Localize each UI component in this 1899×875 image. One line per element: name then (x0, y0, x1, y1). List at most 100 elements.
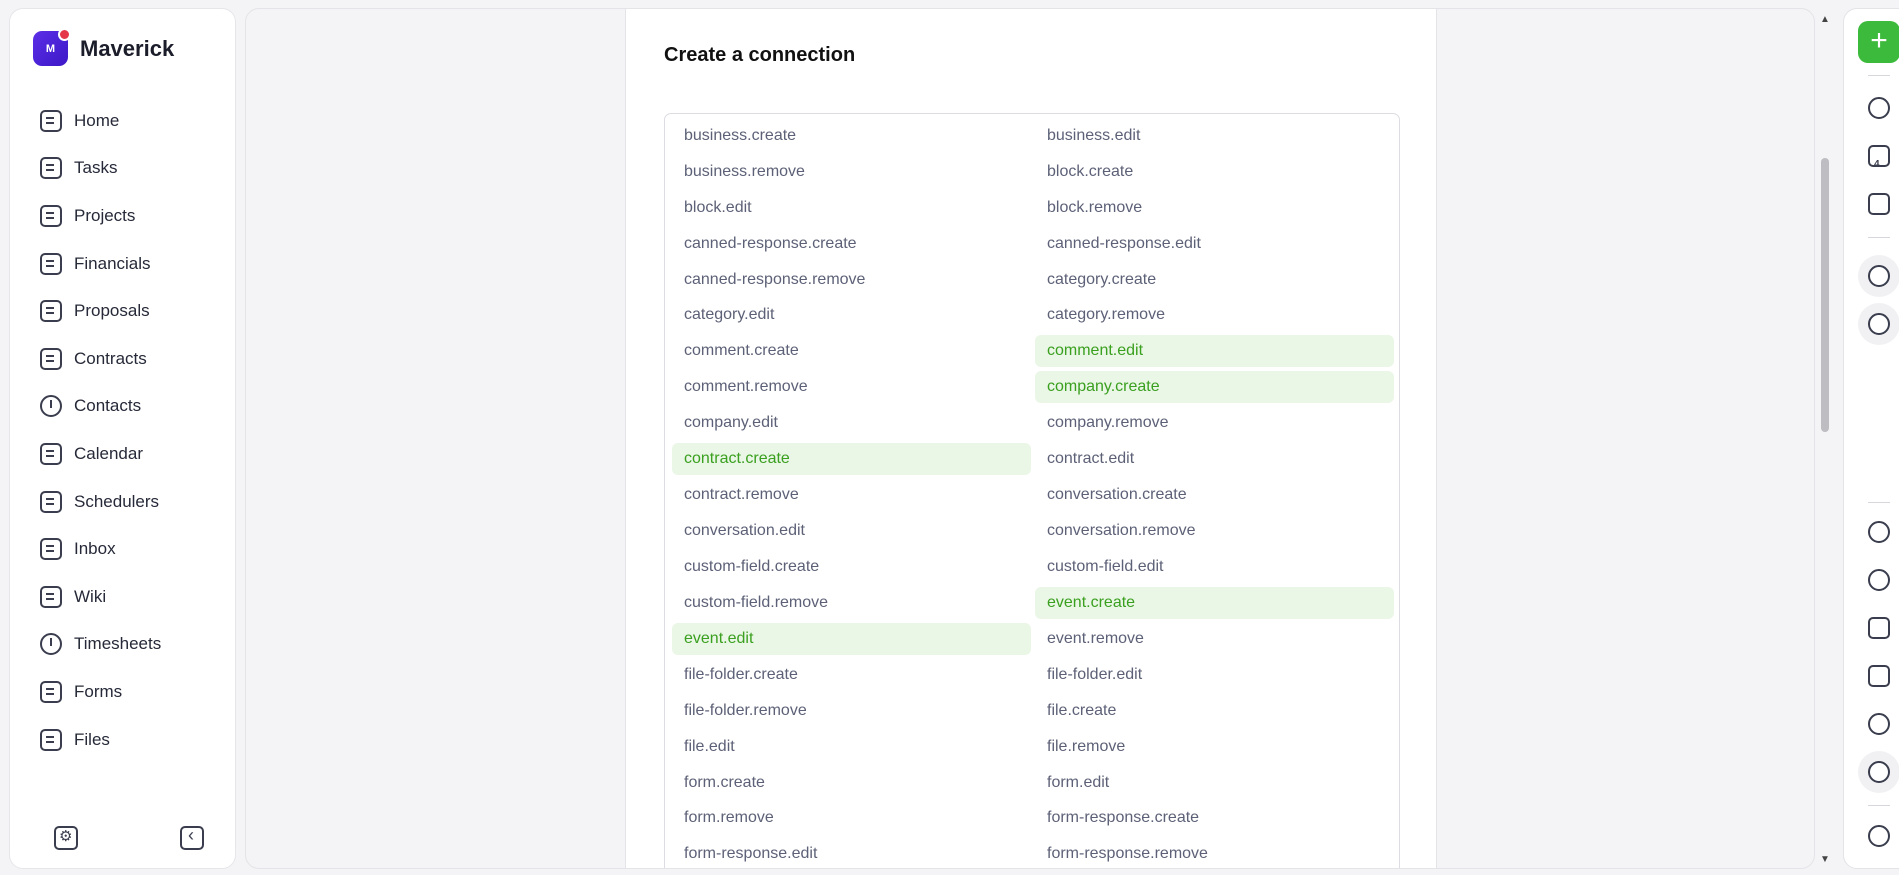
event-option[interactable]: custom-field.remove (672, 585, 1031, 621)
sidebar-item-wiki[interactable]: Wiki (30, 573, 220, 621)
brand-logo-letter: M (45, 42, 56, 55)
event-option[interactable]: comment.edit (1035, 335, 1394, 368)
event-option[interactable]: business.edit (1035, 118, 1394, 154)
sidebar-item-label: Calendar (74, 443, 143, 463)
sidebar-nav: Home Tasks Projects Financials Proposals Cont… (30, 97, 220, 763)
sidebar-item-financials[interactable]: Financials (30, 240, 220, 288)
event-option[interactable]: file-folder.edit (1035, 657, 1394, 693)
event-option[interactable]: company.remove (1035, 405, 1394, 441)
profile-icon[interactable] (1868, 825, 1890, 847)
event-option[interactable]: form.edit (1035, 765, 1394, 801)
sidebar-item-label: Contacts (74, 396, 142, 416)
calendar-icon (40, 442, 62, 465)
divider (1868, 805, 1890, 806)
event-option[interactable]: category.edit (672, 297, 1031, 333)
event-option[interactable]: event.edit (672, 622, 1031, 655)
moon-icon[interactable] (1868, 521, 1890, 543)
help-icon[interactable] (1868, 569, 1890, 591)
sidebar-item-files[interactable]: Files (30, 716, 220, 764)
event-option[interactable]: canned-response.remove (672, 262, 1031, 298)
archive-icon[interactable] (1868, 665, 1890, 687)
event-option[interactable]: form-response.create (1035, 800, 1394, 836)
brand-logo: M (33, 28, 71, 66)
event-option[interactable]: contract.edit (1035, 441, 1394, 477)
event-option[interactable]: company.edit (672, 405, 1031, 441)
brand[interactable]: M Maverick (33, 28, 175, 66)
sidebar-item-projects[interactable]: Projects (30, 192, 220, 240)
event-option[interactable]: business.create (672, 118, 1031, 154)
sidebar-item-label: Projects (74, 205, 136, 225)
event-option[interactable]: block.create (1035, 154, 1394, 190)
notes-icon[interactable] (1868, 193, 1890, 215)
event-option[interactable]: event.create (1035, 586, 1394, 619)
event-option[interactable]: company.create (1035, 371, 1394, 404)
sidebar-item-label: Timesheets (74, 634, 162, 654)
sidebar-item-inbox[interactable]: Inbox (30, 525, 220, 573)
sidebar-item-label: Tasks (74, 158, 118, 178)
right-rail: + 4 (1843, 8, 1899, 869)
event-option[interactable]: form.create (672, 765, 1031, 801)
add-button[interactable]: + (1858, 21, 1899, 63)
folder-icon (40, 728, 62, 751)
connection-panel: Create a connection business.create busin… (625, 9, 1437, 868)
scrollbar[interactable]: ▲ ▼ (1818, 10, 1832, 865)
event-option[interactable]: canned-response.edit (1035, 226, 1394, 262)
event-option[interactable]: category.remove (1035, 297, 1394, 333)
sidebar-item-contacts[interactable]: Contacts (30, 383, 220, 431)
sidebar-item-label: Home (74, 110, 120, 130)
add-user-icon[interactable] (1868, 265, 1890, 287)
sidebar-item-proposals[interactable]: Proposals (30, 287, 220, 335)
scroll-thumb[interactable] (1821, 158, 1829, 432)
event-option[interactable]: file-folder.create (672, 657, 1031, 693)
divider (1868, 75, 1890, 76)
event-option[interactable]: form-response.edit (672, 836, 1031, 868)
sidebar-item-timesheets[interactable]: Timesheets (30, 621, 220, 669)
event-option[interactable]: form.remove (672, 800, 1031, 836)
sidebar-item-calendar[interactable]: Calendar (30, 430, 220, 478)
event-option[interactable]: custom-field.edit (1035, 549, 1394, 585)
sidebar-item-contracts[interactable]: Contracts (30, 335, 220, 383)
sidebar-item-label: Schedulers (74, 491, 160, 511)
divider (1868, 502, 1890, 503)
settings-icon[interactable] (1868, 761, 1890, 783)
event-option[interactable]: business.remove (672, 154, 1031, 190)
divider (1868, 237, 1890, 238)
briefcase-icon (40, 204, 62, 227)
event-option[interactable]: file.create (1035, 693, 1394, 729)
event-option[interactable]: comment.remove (672, 369, 1031, 405)
event-option[interactable]: block.edit (672, 190, 1031, 226)
sidebar-item-label: Wiki (74, 586, 107, 606)
footprints-icon[interactable] (1868, 713, 1890, 735)
sidebar-item-tasks[interactable]: Tasks (30, 145, 220, 193)
event-option[interactable]: canned-response.create (672, 226, 1031, 262)
workspace-settings-icon[interactable] (54, 826, 78, 850)
event-option[interactable]: form-response.remove (1035, 836, 1394, 868)
event-option[interactable]: custom-field.create (672, 549, 1031, 585)
brand-name: Maverick (80, 35, 175, 61)
event-option[interactable]: block.remove (1035, 190, 1394, 226)
cloud-icon[interactable] (1868, 617, 1890, 639)
clock-icon (40, 633, 62, 656)
sidebar-item-forms[interactable]: Forms (30, 668, 220, 716)
sidebar-item-schedulers[interactable]: Schedulers (30, 478, 220, 526)
event-option[interactable]: file.edit (672, 729, 1031, 765)
calendar-day: 4 (1874, 159, 1880, 170)
scroll-up-arrow-icon[interactable]: ▲ (1820, 14, 1830, 25)
event-option[interactable]: file.remove (1035, 729, 1394, 765)
sidebar-item-label: Contracts (74, 348, 147, 368)
bell-icon[interactable] (1868, 97, 1890, 119)
event-option[interactable]: conversation.edit (672, 513, 1031, 549)
event-list[interactable]: business.create business.edit business.rem… (664, 113, 1400, 868)
event-option[interactable]: category.create (1035, 262, 1394, 298)
sidebar-item-home[interactable]: Home (30, 97, 220, 145)
event-option[interactable]: contract.create (672, 443, 1031, 476)
event-option[interactable]: file-folder.remove (672, 693, 1031, 729)
event-option[interactable]: comment.create (672, 333, 1031, 369)
event-option[interactable]: conversation.remove (1035, 513, 1394, 549)
event-option[interactable]: conversation.create (1035, 477, 1394, 513)
scroll-down-arrow-icon[interactable]: ▼ (1820, 854, 1830, 865)
event-option[interactable]: event.remove (1035, 621, 1394, 657)
collapse-sidebar-icon[interactable] (180, 825, 204, 850)
event-option[interactable]: contract.remove (672, 477, 1031, 513)
rocket-icon[interactable] (1868, 313, 1890, 335)
